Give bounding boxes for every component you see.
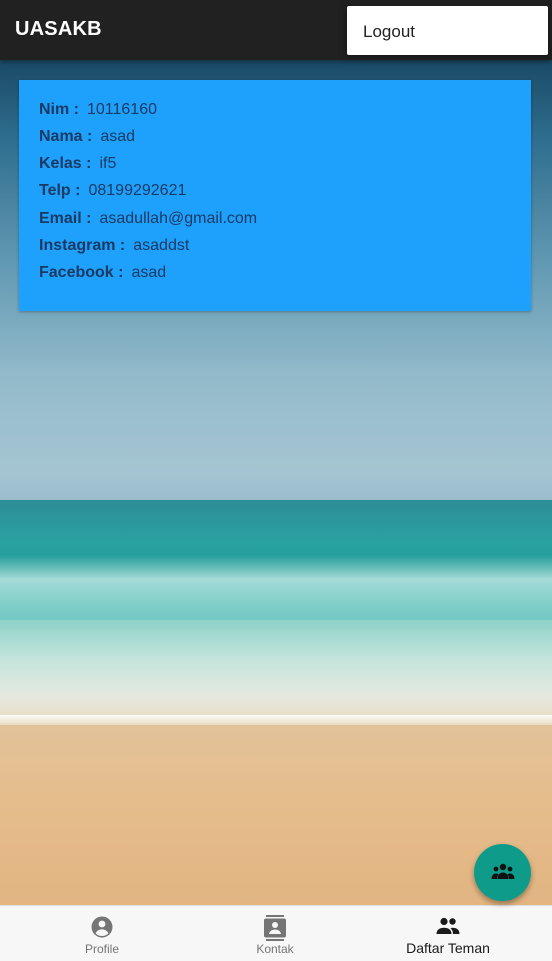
- account-circle-icon: [91, 916, 113, 938]
- nav-item-kontak[interactable]: Kontak: [183, 906, 367, 961]
- group-icon: [491, 863, 515, 879]
- profile-value: asaddst: [133, 237, 190, 254]
- app-title: UASAKB: [15, 18, 102, 40]
- profile-card: Nim : 10116160 Nama : asad Kelas : if5 Telp…: [19, 80, 531, 311]
- profile-row-nama: Nama : asad: [39, 128, 135, 146]
- contact-card-icon: [264, 915, 286, 941]
- people-icon: [436, 917, 460, 934]
- app-screen: UASAKB Logout Nim : 10116160 Nama : asad K…: [0, 0, 552, 961]
- profile-value: 08199292621: [88, 182, 187, 199]
- profile-row-facebook: Facebook : asad: [39, 264, 166, 282]
- bottom-navigation: Profile Kontak Daftar Teman: [0, 905, 552, 961]
- nav-item-profile[interactable]: Profile: [10, 906, 194, 961]
- profile-value: asad: [100, 128, 136, 145]
- profile-row-telp: Telp : 08199292621: [39, 182, 186, 200]
- profile-label: Instagram :: [39, 237, 126, 254]
- profile-row-nim: Nim : 10116160: [39, 101, 157, 119]
- profile-label: Email :: [39, 210, 92, 227]
- profile-label: Nama :: [39, 128, 93, 145]
- menu-item-logout[interactable]: Logout: [363, 22, 415, 42]
- profile-row-email: Email : asadullah@gmail.com: [39, 210, 257, 228]
- overflow-menu: Logout: [347, 6, 548, 55]
- nav-label: Daftar Teman: [406, 940, 490, 956]
- profile-value: asadullah@gmail.com: [99, 210, 258, 227]
- friends-fab-button[interactable]: [474, 844, 531, 901]
- nav-label: Profile: [84, 942, 119, 956]
- nav-label: Kontak: [256, 942, 294, 956]
- profile-label: Facebook :: [39, 264, 124, 281]
- nav-item-daftar-teman[interactable]: Daftar Teman: [356, 906, 540, 961]
- profile-value: if5: [99, 155, 117, 172]
- profile-label: Nim :: [39, 101, 79, 118]
- profile-label: Kelas :: [39, 155, 92, 172]
- profile-row-kelas: Kelas : if5: [39, 155, 116, 173]
- profile-value: 10116160: [87, 101, 157, 118]
- profile-row-instagram: Instagram : asaddst: [39, 237, 189, 255]
- profile-label: Telp :: [39, 182, 81, 199]
- profile-value: asad: [131, 264, 167, 281]
